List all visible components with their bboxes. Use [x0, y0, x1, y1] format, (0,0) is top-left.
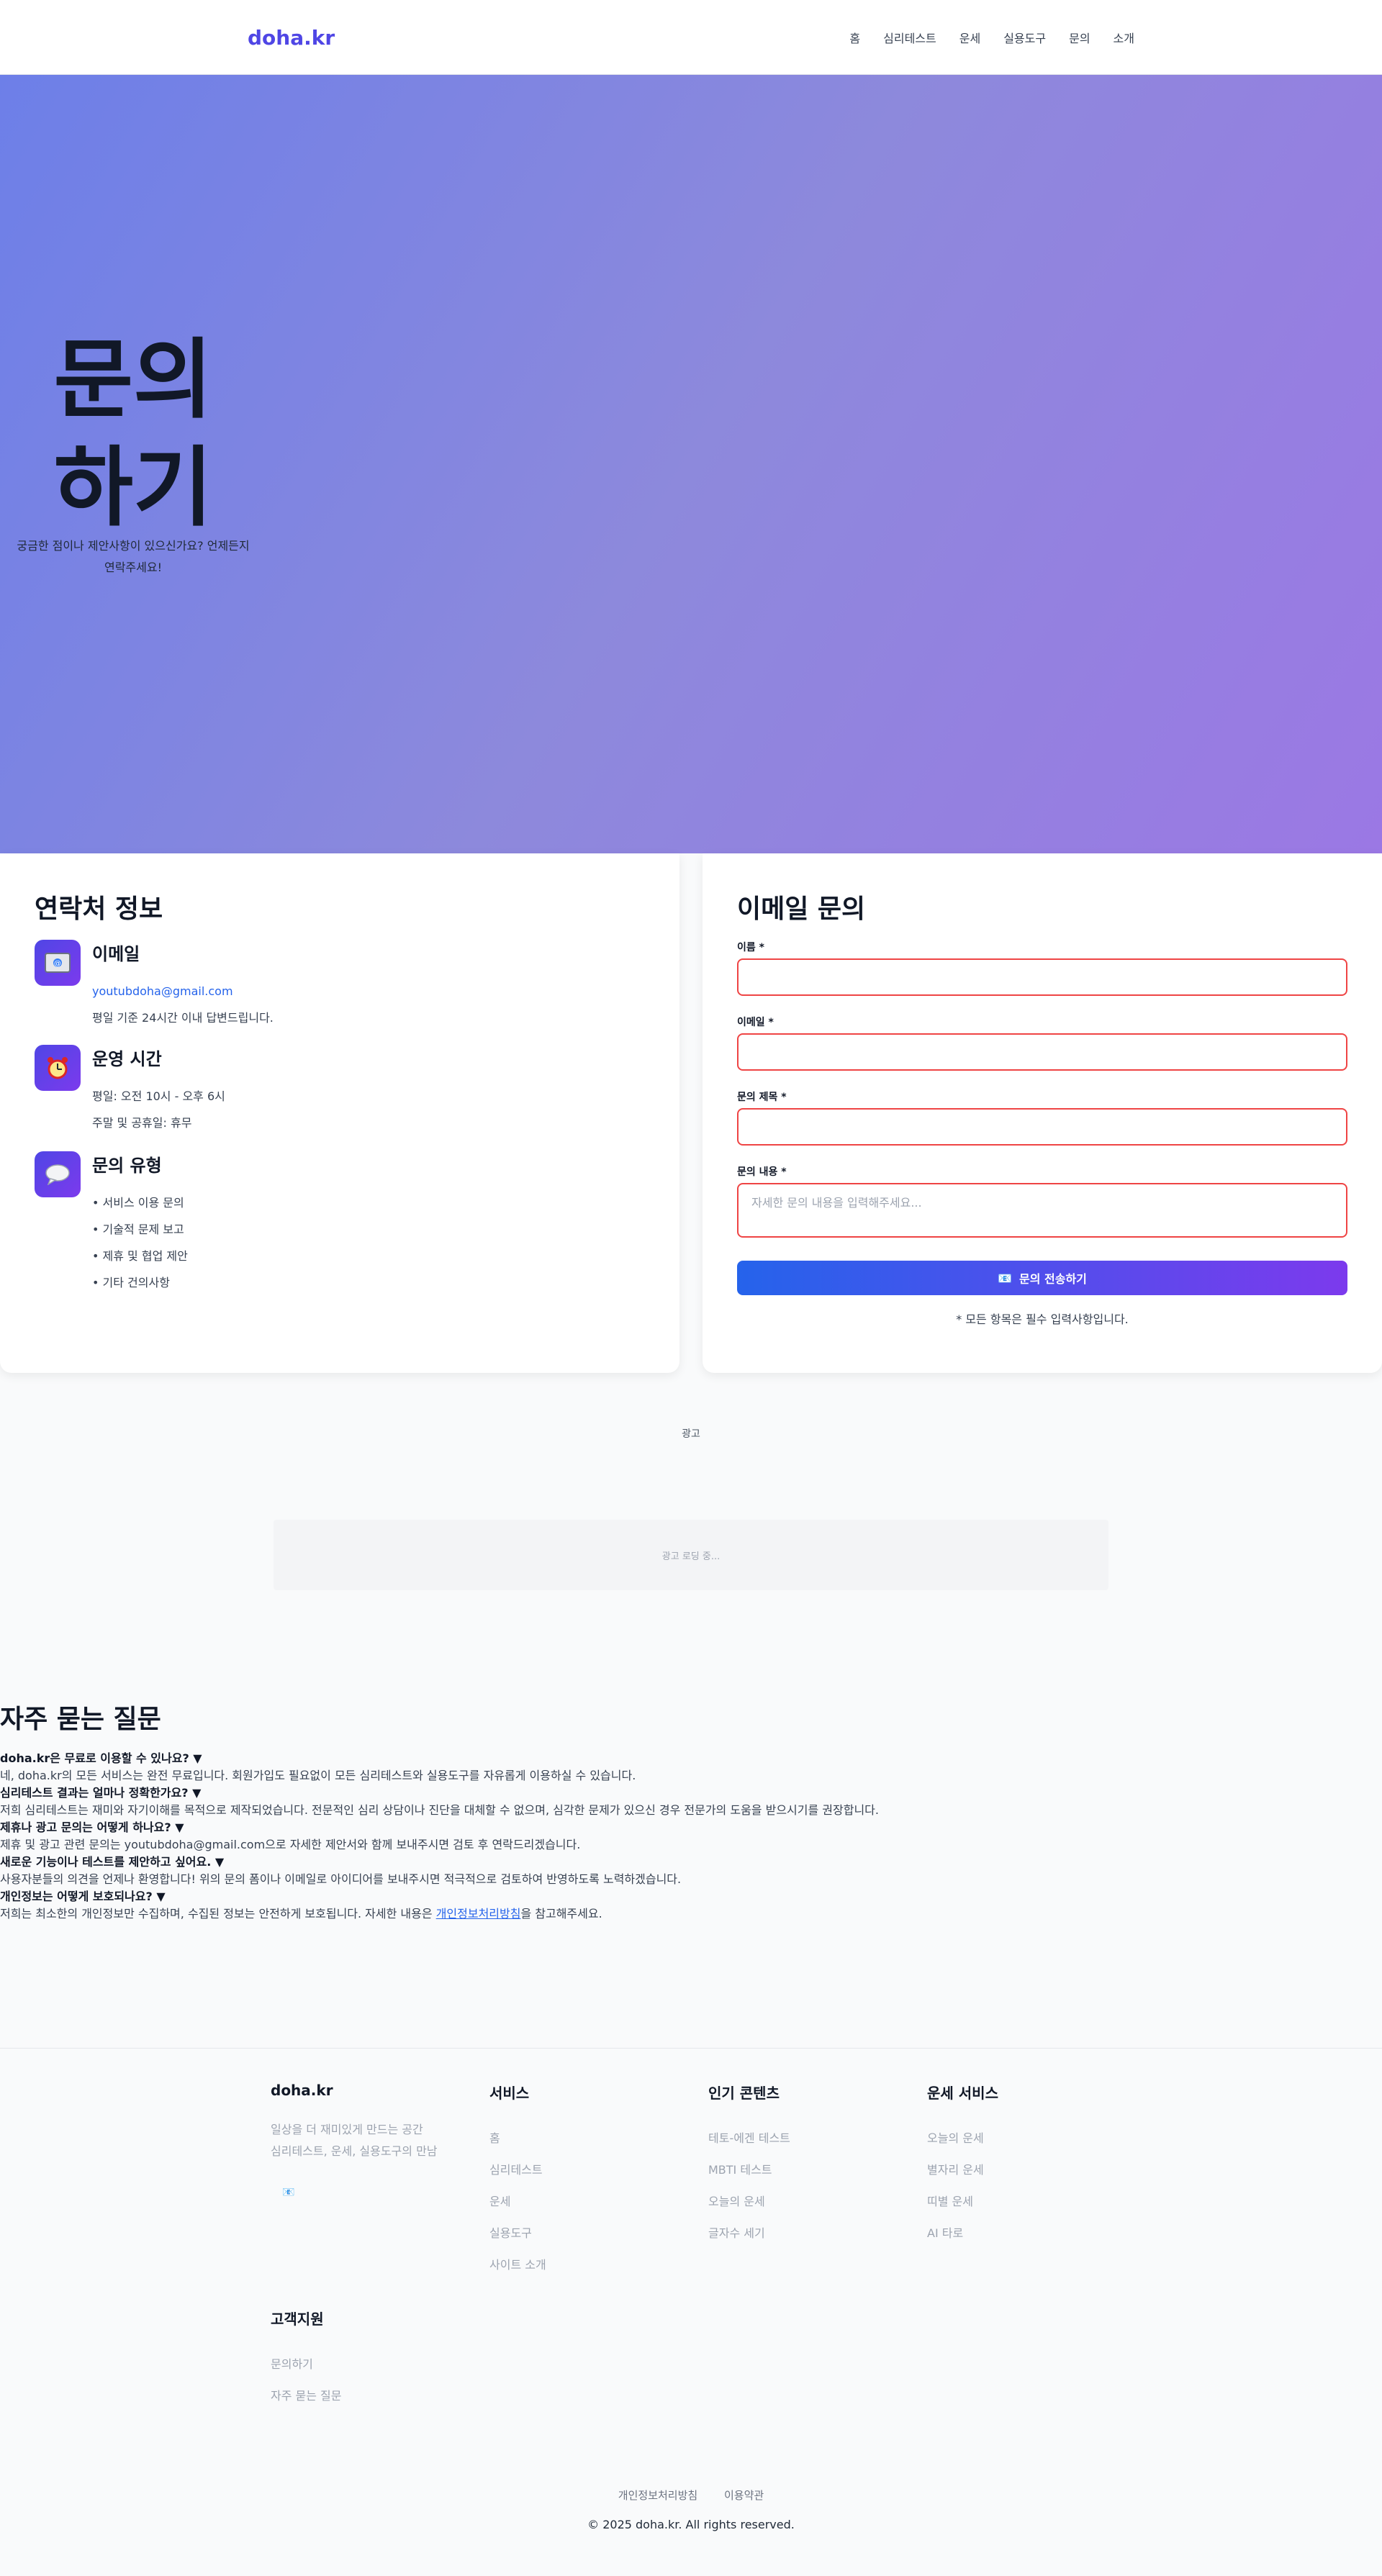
hours-weekend: 주말 및 공휴일: 휴무 — [92, 1116, 192, 1130]
email-address-link[interactable]: youtubdoha@gmail.com — [92, 978, 639, 1004]
footer-popular-title: 인기 콘텐츠 — [708, 2085, 780, 2102]
privacy-policy-link[interactable]: 개인정보처리방침 — [618, 2489, 697, 2502]
types-title: 문의 유형 — [92, 1156, 162, 1176]
faq-answer: 네, doha.kr의 모든 서비스는 완전 무료입니다. 회원가입도 필요없이… — [0, 1769, 636, 1782]
envelope-icon: 📧 — [998, 1271, 1013, 1285]
email-icon: @ — [35, 940, 81, 986]
message-textarea[interactable] — [737, 1183, 1347, 1238]
footer-tagline: 심리테스트, 운세, 실용도구의 만남 — [271, 2144, 438, 2158]
faq-answer: 저희는 최소한의 개인정보만 수집하며, 수집된 정보는 안전하게 보호됩니다.… — [0, 1905, 1368, 1923]
footer-support: 고객지원 문의하기 자주 묻는 질문 — [271, 2308, 342, 2412]
faq-title: 자주 묻는 질문 — [0, 1705, 161, 1734]
footer-tagline: 일상을 더 재미있게 만드는 공간 — [271, 2123, 423, 2136]
footer-link[interactable]: MBTI 테스트 — [708, 2154, 790, 2186]
footer-fortune: 운세 서비스 오늘의 운세 별자리 운세 띠별 운세 AI 타로 — [927, 2082, 998, 2249]
alarm-clock-icon — [35, 1045, 81, 1091]
nav-psychology-test[interactable]: 심리테스트 — [883, 29, 936, 46]
faq-answer-text: 을 참고해주세요. — [520, 1907, 602, 1920]
footer-services: 서비스 홈 심리테스트 운세 실용도구 사이트 소개 — [489, 2082, 546, 2281]
required-note: * 모든 항목은 필수 입력사항입니다. — [956, 1312, 1129, 1326]
footer-link[interactable]: 글자수 세기 — [708, 2218, 790, 2249]
email-label: 이메일 * — [737, 1017, 774, 1028]
nav-tools[interactable]: 실용도구 — [1003, 29, 1046, 46]
type-item: • 기술적 문제 보고 — [92, 1223, 184, 1236]
footer-popular: 인기 콘텐츠 테토-에겐 테스트 MBTI 테스트 오늘의 운세 글자수 세기 — [708, 2082, 790, 2249]
faq-question[interactable]: 개인정보는 어떻게 보호되나요? ▼ — [0, 1888, 1368, 1905]
main-nav: 홈 심리테스트 운세 실용도구 문의 소개 — [849, 29, 1134, 46]
nav-about[interactable]: 소개 — [1114, 29, 1134, 46]
subject-input[interactable] — [737, 1108, 1347, 1146]
faq-list: doha.kr은 무료로 이용할 수 있나요? ▼ 네, doha.kr의 모든… — [0, 1750, 1368, 1923]
footer-link[interactable]: 별자리 운세 — [927, 2154, 998, 2186]
email-form-card: 이메일 문의 이름 * 이메일 * 문의 제목 * 문의 내용 * 📧 문의 전… — [703, 853, 1382, 1373]
footer-legal-links: 개인정보처리방침 이용약관 — [0, 2487, 1382, 2503]
footer-link[interactable]: 홈 — [489, 2123, 546, 2154]
ad-placeholder: 광고 로딩 중... — [274, 1520, 1108, 1590]
footer-services-title: 서비스 — [489, 2085, 530, 2102]
footer-link[interactable]: 띠별 운세 — [927, 2186, 998, 2218]
page-title: 문의하기 — [53, 330, 213, 538]
site-footer: doha.kr 일상을 더 재미있게 만드는 공간 심리테스트, 운세, 실용도… — [0, 2048, 1382, 2576]
footer-link[interactable]: 심리테스트 — [489, 2154, 546, 2186]
faq-answer: 저희 심리테스트는 재미와 자기이해를 목적으로 제작되었습니다. 전문적인 심… — [0, 1803, 879, 1817]
nav-home[interactable]: 홈 — [849, 29, 860, 46]
footer-link[interactable]: 운세 — [489, 2186, 546, 2218]
privacy-policy-link[interactable]: 개인정보처리방침 — [436, 1907, 521, 1920]
site-header: doha.kr 홈 심리테스트 운세 실용도구 문의 소개 — [0, 0, 1382, 75]
email-input[interactable] — [737, 1033, 1347, 1071]
faq-answer: 제휴 및 광고 관련 문의는 youtubdoha@gmail.com으로 자세… — [0, 1838, 581, 1851]
type-item: • 기타 건의사항 — [92, 1276, 170, 1289]
hours-weekday: 평일: 오전 10시 - 오후 6시 — [92, 1089, 225, 1103]
nav-contact[interactable]: 문의 — [1069, 29, 1090, 46]
submit-button[interactable]: 📧 문의 전송하기 — [737, 1261, 1347, 1295]
contact-info-heading: 연락처 정보 — [35, 894, 163, 924]
email-response-note: 평일 기준 24시간 이내 답변드립니다. — [92, 1011, 274, 1025]
faq-answer: 사용자분들의 의견을 언제나 환영합니다! 위의 문의 폼이나 이메일로 아이디… — [0, 1872, 682, 1886]
hero-section: 문의하기 궁금한 점이나 제안사항이 있으신가요? 언제든지 연락주세요! — [0, 75, 1382, 853]
ad-label: 광고 — [682, 1428, 700, 1440]
footer-link[interactable]: 오늘의 운세 — [708, 2186, 790, 2218]
hours-title: 운영 시간 — [92, 1049, 162, 1069]
faq-question[interactable]: 제휴나 광고 문의는 어떻게 하나요? ▼ — [0, 1819, 1368, 1836]
name-input[interactable] — [737, 958, 1347, 996]
footer-link[interactable]: 오늘의 운세 — [927, 2123, 998, 2154]
faq-answer-text: 저희는 최소한의 개인정보만 수집하며, 수집된 정보는 안전하게 보호됩니다.… — [0, 1907, 436, 1920]
copyright: © 2025 doha.kr. All rights reserved. — [587, 2518, 795, 2531]
email-icon[interactable]: 📧 — [282, 2187, 458, 2198]
faq-question[interactable]: doha.kr은 무료로 이용할 수 있나요? ▼ — [0, 1750, 1368, 1767]
footer-logo: doha.kr — [271, 2082, 333, 2099]
faq-question[interactable]: 심리테스트 결과는 얼마나 정확한가요? ▼ — [0, 1784, 1368, 1802]
nav-fortune[interactable]: 운세 — [959, 29, 980, 46]
terms-link[interactable]: 이용약관 — [724, 2489, 764, 2502]
name-label: 이름 * — [737, 942, 764, 953]
footer-link[interactable]: 사이트 소개 — [489, 2249, 546, 2281]
footer-fortune-title: 운세 서비스 — [927, 2085, 998, 2102]
email-title: 이메일 — [92, 944, 140, 964]
ad-loading-text: 광고 로딩 중... — [661, 1551, 721, 1562]
svg-text:@: @ — [54, 960, 61, 968]
footer-link[interactable]: 테토-에겐 테스트 — [708, 2123, 790, 2154]
email-form-heading: 이메일 문의 — [737, 894, 866, 924]
footer-link[interactable]: 문의하기 — [271, 2349, 342, 2380]
footer-brand: doha.kr 일상을 더 재미있게 만드는 공간 심리테스트, 운세, 실용도… — [271, 2082, 458, 2198]
footer-support-title: 고객지원 — [271, 2310, 324, 2328]
faq-question[interactable]: 새로운 기능이나 테스트를 제안하고 싶어요. ▼ — [0, 1854, 1368, 1871]
footer-link[interactable]: 자주 묻는 질문 — [271, 2380, 342, 2412]
footer-link[interactable]: 실용도구 — [489, 2218, 546, 2249]
type-item: • 제휴 및 협업 제안 — [92, 1249, 188, 1263]
contact-info-card: 연락처 정보 @ 이메일 youtubdoha@gmail.com 평일 기준 … — [0, 853, 679, 1373]
site-logo[interactable]: doha.kr — [248, 26, 335, 50]
speech-bubble-icon — [35, 1151, 81, 1197]
type-item: • 서비스 이용 문의 — [92, 1196, 184, 1210]
submit-label: 문의 전송하기 — [1019, 1272, 1087, 1286]
subject-label: 문의 제목 * — [737, 1092, 787, 1103]
message-label: 문의 내용 * — [737, 1166, 787, 1178]
footer-link[interactable]: AI 타로 — [927, 2218, 998, 2249]
hero-subtitle: 궁금한 점이나 제안사항이 있으신가요? 언제든지 연락주세요! — [17, 539, 250, 574]
